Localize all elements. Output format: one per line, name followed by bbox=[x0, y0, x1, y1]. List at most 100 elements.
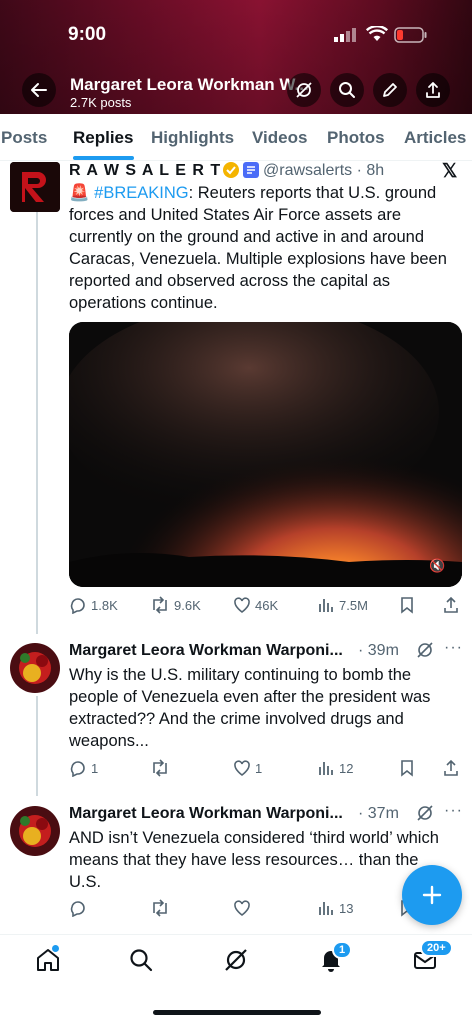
reply-icon bbox=[70, 901, 85, 917]
raw-logo-icon bbox=[10, 162, 60, 212]
views-button[interactable]: 12 bbox=[317, 759, 353, 777]
bookmark-icon bbox=[401, 760, 413, 777]
like-button[interactable]: 1 bbox=[233, 759, 262, 777]
notifications-badge: 1 bbox=[332, 941, 353, 959]
heart-icon bbox=[234, 760, 250, 776]
x-logo-icon: 𝕏 bbox=[442, 161, 458, 182]
views-chart-icon bbox=[319, 902, 333, 915]
author-name[interactable]: Margaret Leora Workman Warponi... bbox=[69, 642, 343, 660]
nav-notifications[interactable]: 1 bbox=[318, 941, 353, 978]
reply-button[interactable] bbox=[69, 899, 91, 917]
pencil-icon bbox=[383, 83, 397, 97]
battery-low-icon bbox=[394, 27, 427, 43]
search-icon bbox=[130, 949, 153, 972]
profile-name-title: Margaret Leora Workman W... bbox=[70, 75, 309, 94]
wifi-icon bbox=[366, 26, 388, 41]
like-button[interactable] bbox=[233, 899, 255, 917]
arrow-left-icon bbox=[31, 83, 47, 97]
bookmark-icon bbox=[401, 597, 413, 614]
cellular-signal-icon bbox=[334, 28, 356, 42]
tab-articles[interactable]: Articles bbox=[404, 128, 466, 148]
repost-icon bbox=[153, 899, 167, 917]
status-bar: 9:00 bbox=[0, 22, 472, 48]
repost-button[interactable]: 9.6K bbox=[150, 596, 201, 614]
author-name[interactable]: Margaret Leora Workman Warponi... bbox=[69, 805, 343, 823]
post-time: · 39m bbox=[358, 642, 399, 659]
compose-post-button[interactable] bbox=[402, 865, 462, 925]
home-indicator bbox=[153, 1010, 321, 1015]
repost-icon bbox=[153, 596, 167, 614]
status-time: 9:00 bbox=[68, 24, 107, 45]
post-count: 2.7K posts bbox=[70, 95, 132, 110]
verified-gold-badge-icon bbox=[223, 162, 239, 178]
hashtag-link[interactable]: #BREAKING bbox=[94, 184, 188, 202]
avatar-rawsalerts[interactable] bbox=[10, 162, 60, 212]
avatar-margaret[interactable] bbox=[10, 643, 60, 693]
reply-button[interactable]: 1 bbox=[69, 759, 98, 777]
post-video[interactable]: 🔇 bbox=[69, 322, 462, 587]
views-button[interactable]: 7.5M bbox=[317, 596, 368, 614]
reply-icon bbox=[70, 761, 85, 777]
share-icon bbox=[444, 596, 458, 613]
back-button[interactable] bbox=[22, 73, 56, 107]
repost-icon bbox=[153, 759, 167, 777]
more-options-icon[interactable]: ··· bbox=[444, 639, 463, 657]
post-text: 🚨 #BREAKING: Reuters reports that U.S. g… bbox=[69, 184, 447, 312]
nav-messages[interactable]: 20+ bbox=[412, 939, 453, 978]
bookmark-button[interactable] bbox=[399, 596, 415, 614]
messages-badge: 20+ bbox=[420, 939, 453, 957]
post-actions: 1 1 12 bbox=[69, 759, 464, 781]
grok-button[interactable] bbox=[287, 73, 321, 107]
avatar-image bbox=[10, 643, 60, 693]
affiliate-badge-icon bbox=[243, 162, 259, 178]
grok-icon bbox=[225, 949, 247, 971]
repost-button[interactable] bbox=[150, 899, 174, 917]
reply-icon bbox=[70, 598, 85, 614]
repost-button[interactable] bbox=[150, 759, 174, 777]
video-frame bbox=[69, 322, 462, 587]
edit-button[interactable] bbox=[373, 73, 407, 107]
tab-highlights[interactable]: Highlights bbox=[151, 128, 234, 148]
avatar-margaret[interactable] bbox=[10, 806, 60, 856]
share-button[interactable] bbox=[416, 73, 450, 107]
tab-posts[interactable]: Posts bbox=[1, 128, 47, 148]
grok-icon[interactable] bbox=[416, 804, 434, 822]
tab-photos[interactable]: Photos bbox=[327, 128, 385, 148]
grok-icon[interactable] bbox=[416, 641, 434, 659]
nav-grok[interactable] bbox=[223, 947, 249, 978]
post-text: Why is the U.S. military continuing to b… bbox=[69, 666, 431, 750]
views-chart-icon bbox=[319, 599, 333, 612]
plus-icon bbox=[422, 885, 442, 905]
post-actions: 1.8K 9.6K 46K 7.5M bbox=[69, 596, 464, 618]
heart-icon bbox=[234, 597, 250, 613]
profile-tabs: Posts Replies Highlights Videos Photos A… bbox=[0, 114, 472, 161]
mute-icon[interactable]: 🔇 bbox=[429, 558, 445, 574]
thread-line bbox=[36, 212, 38, 634]
more-options-icon[interactable]: ··· bbox=[444, 802, 463, 820]
new-posts-dot bbox=[52, 945, 59, 952]
bookmark-button[interactable] bbox=[399, 759, 415, 777]
share-icon bbox=[426, 82, 440, 98]
search-button[interactable] bbox=[330, 73, 364, 107]
active-tab-indicator bbox=[73, 156, 134, 160]
grok-icon bbox=[296, 82, 312, 98]
views-button[interactable]: 13 bbox=[317, 899, 353, 917]
nav-search[interactable] bbox=[128, 947, 154, 978]
nav-home[interactable] bbox=[35, 945, 61, 978]
search-icon bbox=[339, 82, 355, 98]
tab-replies[interactable]: Replies bbox=[73, 128, 133, 148]
post-text: AND isn’t Venezuela considered ‘third wo… bbox=[69, 829, 439, 891]
like-button[interactable]: 46K bbox=[233, 596, 278, 614]
thread-line bbox=[36, 696, 38, 796]
post-time: · 37m bbox=[358, 805, 399, 822]
author-name[interactable]: R A W S A L E R T S bbox=[69, 162, 238, 180]
heart-icon bbox=[234, 900, 250, 916]
avatar-image bbox=[10, 806, 60, 856]
alert-emoji: 🚨 bbox=[69, 184, 90, 202]
share-post-button[interactable] bbox=[442, 596, 460, 614]
views-chart-icon bbox=[319, 762, 333, 775]
share-post-button[interactable] bbox=[442, 759, 460, 777]
author-handle-time: @rawsalerts · 8h bbox=[263, 162, 385, 179]
reply-button[interactable]: 1.8K bbox=[69, 596, 118, 614]
tab-videos[interactable]: Videos bbox=[252, 128, 307, 148]
